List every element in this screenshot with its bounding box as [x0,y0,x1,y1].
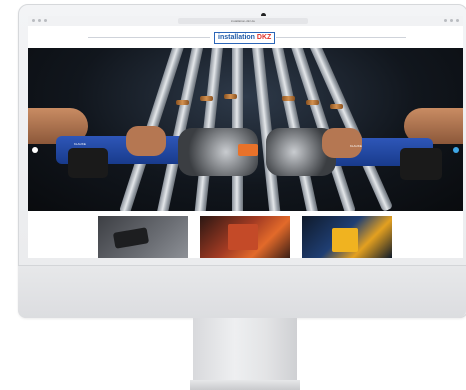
thumbnail-yellow-machine[interactable] [302,216,392,258]
battery-left [68,148,108,178]
new-tab-icon[interactable] [450,19,453,22]
tool-brand-left: KLAUKE [74,142,86,146]
right-hand [322,128,362,158]
carousel-next-button[interactable] [453,147,459,153]
machine-image [332,228,358,252]
tabs-icon[interactable] [456,19,459,22]
logo-main-text: installation [218,34,255,41]
address-bar[interactable]: installation-dkz.de [178,18,308,24]
hero-slider: KLAUKE KLAUKE [28,48,463,211]
logo-divider-right [276,37,406,38]
back-icon[interactable] [32,19,35,22]
thumbnail-sparks-welding[interactable] [200,216,290,258]
site-header: installation DKZ HOME INSTALLATION ELEKT… [28,26,463,64]
monitor-chin [18,265,466,318]
logo-accent-text: DKZ [256,34,272,41]
pipe-fitting [282,96,295,101]
window-controls [32,19,50,23]
thumbnail-row [28,211,463,258]
battery-right [400,148,442,180]
screen: installation-dkz.de installation DKZ HOM… [28,16,463,258]
reload-icon[interactable] [44,19,47,22]
pipe-fitting [176,100,189,105]
orange-jaw-part [238,144,258,156]
carousel-prev-button[interactable] [32,147,38,153]
browser-actions [441,19,459,23]
pipe-fitting [200,96,213,101]
pipe-fitting [224,94,237,99]
tool-brand-right: KLAUKE [350,144,362,148]
tool-image [112,227,150,249]
share-icon[interactable] [444,19,447,22]
site-logo[interactable]: installation DKZ [214,32,276,44]
pipe-fitting [330,104,343,109]
left-hand [126,126,166,156]
machine-image [228,224,258,250]
logo-divider-left [88,37,210,38]
pipe-fitting [306,100,319,105]
thumbnail-cable-tool[interactable] [98,216,188,258]
forward-icon[interactable] [38,19,41,22]
monitor-stand-foot [190,380,300,390]
